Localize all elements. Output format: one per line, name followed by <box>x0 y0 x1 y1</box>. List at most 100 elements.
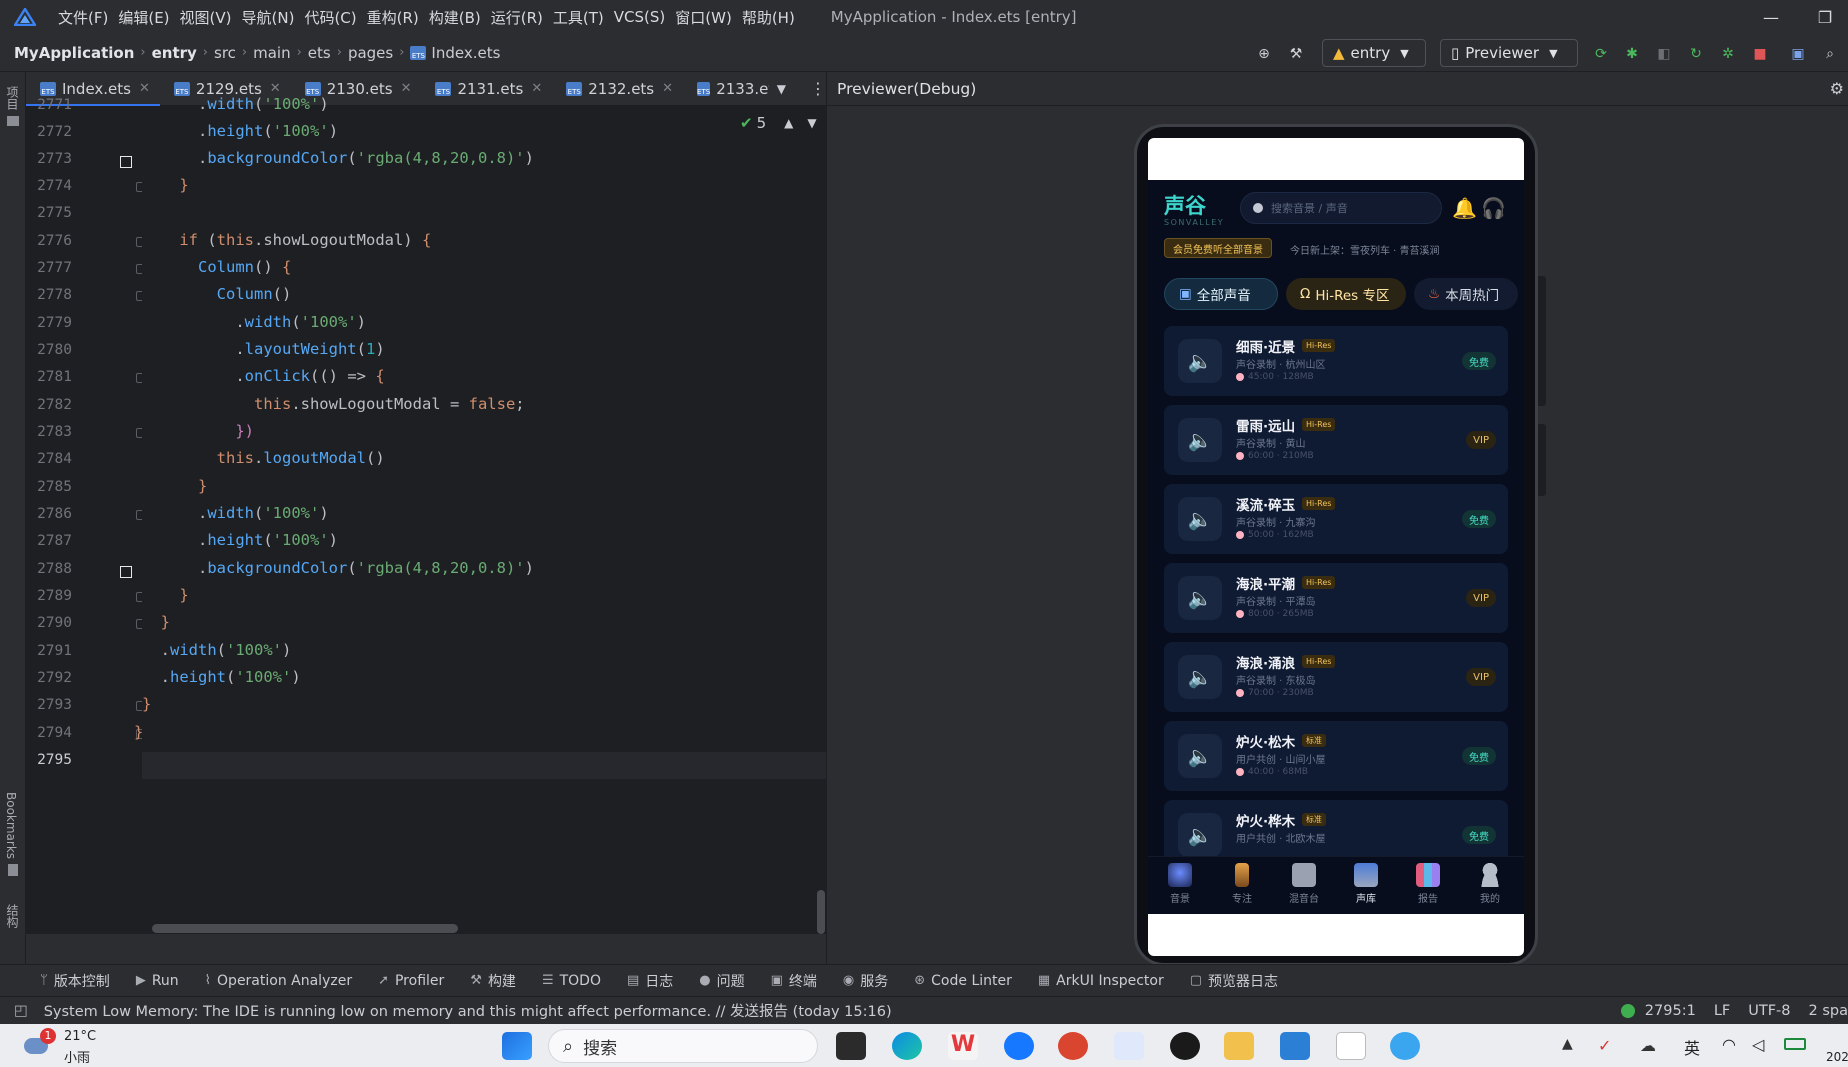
breadcrumb-main[interactable]: main <box>253 44 290 62</box>
breadcrumb-pages[interactable]: pages <box>348 44 393 62</box>
stop-icon[interactable]: ■ <box>1750 44 1770 64</box>
tool-operation-analyzer[interactable]: ⌇ Operation Analyzer <box>205 973 352 989</box>
horizontal-scrollbar[interactable] <box>152 924 458 933</box>
bell-icon[interactable]: 🔔 <box>1452 196 1477 220</box>
windows-start-icon[interactable] <box>502 1032 532 1060</box>
line-separator[interactable]: LF <box>1714 1003 1730 1019</box>
tab-mixer[interactable]: 混音台 <box>1280 863 1328 905</box>
promo-badge[interactable]: 会员免费听全部音景 <box>1164 238 1272 258</box>
pdf-app-icon[interactable] <box>1058 1032 1088 1060</box>
wps-icon[interactable]: W <box>948 1032 978 1060</box>
file-explorer-icon[interactable] <box>1224 1032 1254 1060</box>
status-message[interactable]: System Low Memory: The IDE is running lo… <box>44 1000 892 1021</box>
vscode-icon[interactable] <box>1280 1032 1310 1060</box>
tab-focus[interactable]: 专注 <box>1218 863 1266 905</box>
tool-version-control[interactable]: ᛘ 版本控制 <box>40 971 110 991</box>
project-tool-button[interactable]: 项目 <box>4 86 21 110</box>
close-icon[interactable]: ✕ <box>139 81 150 96</box>
inspection-widget[interactable]: ✔ 5 ▲ ▼ <box>740 114 817 132</box>
sound-card[interactable]: 🔈 细雨·近景 Hi-Res 声谷录制 · 杭州山区 45:00 · 128MB… <box>1164 326 1508 396</box>
search-input[interactable]: 搜索音景 / 声音 <box>1240 192 1442 224</box>
breadcrumb-file[interactable]: Index.ets <box>431 44 500 62</box>
search-icon[interactable]: ⌕ <box>1820 44 1840 64</box>
attach-icon[interactable]: ◧ <box>1654 44 1674 64</box>
notepad-icon[interactable] <box>1336 1032 1366 1060</box>
menu-help[interactable]: 帮助(H) <box>742 7 795 28</box>
sound-card[interactable]: 🔈 雷雨·远山 Hi-Res 声谷录制 · 黄山 60:00 · 210MB V… <box>1164 405 1508 475</box>
tab-library[interactable]: 声库 <box>1342 863 1390 905</box>
chevron-down-icon[interactable]: ▼ <box>777 82 786 96</box>
device-select[interactable]: ▯ Previewer ▼ <box>1440 39 1578 67</box>
indent-setting[interactable]: 2 spa <box>1809 1003 1848 1019</box>
task-view-icon[interactable] <box>836 1032 866 1060</box>
wifi-icon[interactable]: ◠ <box>1722 1035 1736 1054</box>
sound-card[interactable]: 🔈 炉火·松木 标准 用户共创 · 山间小屋 40:00 · 68MB 免费 <box>1164 721 1508 791</box>
caret-position[interactable]: 2795:1 <box>1645 1003 1696 1019</box>
restore-button[interactable]: ❐ <box>1802 0 1848 34</box>
tool-code-linter[interactable]: ⊛ Code Linter <box>914 973 1012 989</box>
vertical-scrollbar[interactable] <box>817 890 825 934</box>
tab-2132[interactable]: ETS 2132.ets ✕ <box>552 72 683 106</box>
refresh-icon[interactable]: ⟳ <box>1591 44 1611 64</box>
sound-card[interactable]: 🔈 溪流·碎玉 Hi-Res 声谷录制 · 九寨沟 50:00 · 162MB … <box>1164 484 1508 554</box>
bookmarks-tool-button[interactable]: Bookmarks <box>4 792 18 859</box>
phone-screen[interactable]: 声谷 SONVALLEY 搜索音景 / 声音 🔔 🎧 会员免费听全部音景 今日新… <box>1148 138 1524 956</box>
tool-todo[interactable]: ☰ TODO <box>542 973 601 989</box>
deveco-studio-icon[interactable] <box>1114 1032 1144 1060</box>
sound-card[interactable]: 🔈 海浪·平潮 Hi-Res 声谷录制 · 平潭岛 80:00 · 265MB … <box>1164 563 1508 633</box>
color-swatch-icon[interactable] <box>120 566 132 578</box>
chevron-up-icon[interactable]: ▲ <box>784 116 793 130</box>
color-swatch-icon[interactable] <box>120 156 132 168</box>
minimize-button[interactable]: — <box>1748 0 1794 34</box>
chat-app-icon[interactable] <box>1390 1032 1420 1060</box>
volume-icon[interactable]: ◁ <box>1752 1035 1764 1054</box>
close-icon[interactable]: ✕ <box>401 81 412 96</box>
gear-icon[interactable]: ⚙ <box>1830 79 1844 98</box>
rerun-icon[interactable]: ↻ <box>1686 44 1706 64</box>
menu-navigate[interactable]: 导航(N) <box>242 7 295 28</box>
menu-run[interactable]: 运行(R) <box>491 7 543 28</box>
tab-profile[interactable]: 我的 <box>1466 863 1514 905</box>
menu-code[interactable]: 代码(C) <box>304 7 356 28</box>
folder-icon[interactable]: ▣ <box>1788 44 1808 64</box>
tool-build[interactable]: ⚒ 构建 <box>470 971 516 991</box>
more-vertical-icon[interactable]: ⋮ <box>810 79 826 98</box>
tool-terminal[interactable]: ▣ 终端 <box>771 971 817 991</box>
menu-window[interactable]: 窗口(W) <box>675 7 732 28</box>
menu-refactor[interactable]: 重构(R) <box>367 7 419 28</box>
headphones-icon[interactable]: 🎧 <box>1481 196 1506 220</box>
tool-arkui-inspector[interactable]: ▦ ArkUI Inspector <box>1038 973 1164 989</box>
edge-browser-icon[interactable] <box>892 1032 922 1060</box>
structure-tool-button[interactable]: 结构 <box>4 904 21 928</box>
cloud-sync-icon[interactable]: ☁ <box>1640 1036 1656 1055</box>
tool-previewer-log[interactable]: ▢ 预览器日志 <box>1190 971 1278 991</box>
menu-vcs[interactable]: VCS(S) <box>614 8 665 26</box>
tab-2133[interactable]: ETS 2133.ets <box>683 72 769 106</box>
menu-file[interactable]: 文件(F) <box>58 7 108 28</box>
qq-icon[interactable] <box>1170 1032 1200 1060</box>
breadcrumb-module[interactable]: entry <box>152 44 197 62</box>
tab-2131[interactable]: ETS 2131.ets ✕ <box>421 72 552 106</box>
chip-all-sounds[interactable]: ▣ 全部声音 <box>1164 278 1278 310</box>
menu-edit[interactable]: 编辑(E) <box>118 7 169 28</box>
tab-report[interactable]: 报告 <box>1404 863 1452 905</box>
chevron-down-icon[interactable]: ▼ <box>807 116 816 130</box>
tool-problems[interactable]: ● 问题 <box>699 971 744 991</box>
breadcrumb-src[interactable]: src <box>214 44 236 62</box>
tool-log[interactable]: ▤ 日志 <box>627 971 673 991</box>
battery-icon[interactable] <box>1784 1038 1806 1050</box>
ime-indicator[interactable]: 英 <box>1684 1035 1700 1059</box>
breadcrumb-project[interactable]: MyApplication <box>14 44 134 62</box>
weather-widget[interactable]: 1 21°C 小雨 <box>20 1028 110 1066</box>
debug-icon[interactable]: ✱ <box>1622 44 1642 64</box>
sound-card[interactable]: 🔈 炉火·桦木 标准 用户共创 · 北欧木屋 免费 <box>1164 800 1508 857</box>
menu-build[interactable]: 构建(B) <box>429 7 481 28</box>
tool-services[interactable]: ◉ 服务 <box>843 971 888 991</box>
code-editor[interactable]: .width('100%') .height('100%') .backgrou… <box>134 95 826 934</box>
taskbar-search[interactable]: ⌕ 搜索 <box>548 1029 818 1063</box>
tool-profiler[interactable]: ➚ Profiler <box>378 973 444 989</box>
bug-icon[interactable]: ✲ <box>1718 44 1738 64</box>
close-icon[interactable]: ✕ <box>662 81 673 96</box>
breadcrumb-ets[interactable]: ets <box>308 44 331 62</box>
chevron-up-icon[interactable]: ▲ <box>1562 1036 1573 1052</box>
